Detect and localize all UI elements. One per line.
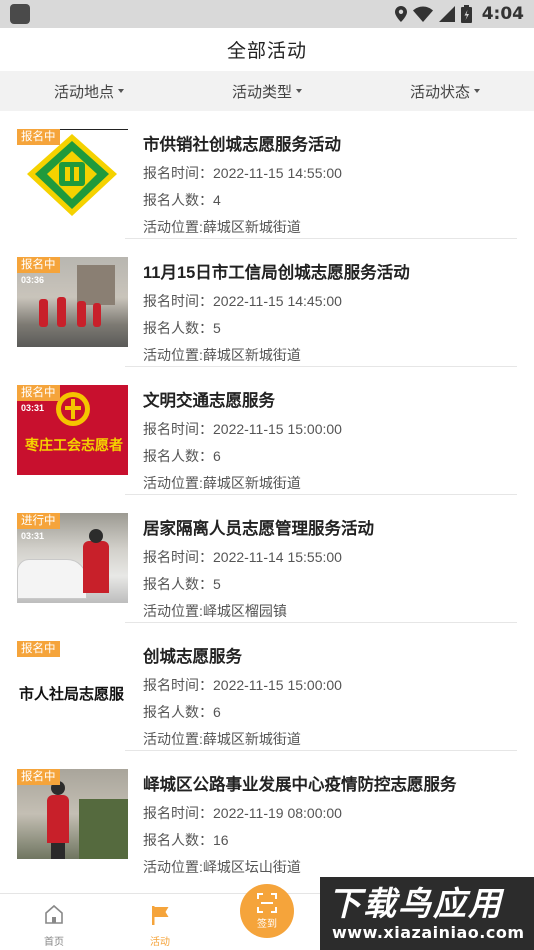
flag-icon <box>152 906 169 925</box>
wifi-icon <box>412 6 433 22</box>
activity-card[interactable]: 报名中 市人社局志愿服 创城志愿服务 报名时间：2022-11-15 15:00… <box>0 623 534 751</box>
activity-list: 报名中 市供销社创城志愿服务活动 报名时间：2022-11-15 14:55:0… <box>0 111 534 879</box>
activity-card[interactable]: 报名中 市供销社创城志愿服务活动 报名时间：2022-11-15 14:55:0… <box>0 111 534 239</box>
filter-type-label: 活动类型 <box>231 83 292 101</box>
signal-icon <box>438 6 455 22</box>
tab-activity[interactable]: 活动 <box>120 894 200 950</box>
watermark-title: 下载鸟应用 <box>328 884 503 923</box>
tab-activity-label: 活动 <box>150 937 170 948</box>
filter-location-label: 活动地点 <box>53 83 114 101</box>
activity-title: 居家隔离人员志愿管理服务活动 <box>143 520 374 538</box>
activity-signup-time: 报名时间：2022-11-14 15:55:00 <box>143 549 342 565</box>
page-title: 全部活动 <box>0 28 534 71</box>
tab-home-label: 首页 <box>44 937 64 948</box>
filter-status-dropdown[interactable]: 活动状态 <box>410 81 480 102</box>
caret-down-icon <box>474 89 480 93</box>
activity-location: 活动位置:薛城区新城街道 <box>143 219 301 235</box>
activity-title: 11月15日市工信局创城志愿服务活动 <box>143 264 410 282</box>
status-badge: 报名中 <box>17 257 60 273</box>
activity-title: 峄城区公路事业发展中心疫情防控志愿服务 <box>143 776 457 794</box>
activity-thumbnail: 报名中 市人社局志愿服 <box>17 641 128 731</box>
activity-location: 活动位置:峄城区榴园镇 <box>143 603 287 619</box>
activity-location: 活动位置:薛城区新城街道 <box>143 475 301 491</box>
thumbnail-timestamp: 03:31 <box>21 403 45 413</box>
activity-title: 创城志愿服务 <box>143 648 242 666</box>
activity-signup-count: 报名人数：5 <box>143 320 221 336</box>
activity-location: 活动位置:薛城区新城街道 <box>143 347 301 363</box>
filter-status-label: 活动状态 <box>409 83 470 101</box>
activity-thumbnail: 报名中 <box>17 769 128 859</box>
signin-button[interactable]: 签到 <box>240 884 294 938</box>
activity-signup-count: 报名人数：6 <box>143 448 221 464</box>
activity-card[interactable]: 报名中 03:31 枣庄工会志愿者 文明交通志愿服务 报名时间：2022-11-… <box>0 367 534 495</box>
watermark: 下载鸟应用 www.xiazainiao.com <box>320 877 534 950</box>
thumbnail-timestamp: 03:31 <box>21 531 45 541</box>
status-time: 4:04 <box>481 4 524 24</box>
status-badge: 进行中 <box>17 513 60 529</box>
filter-bar: 活动地点 活动类型 活动状态 <box>0 71 534 111</box>
activity-signup-time: 报名时间：2022-11-15 15:00:00 <box>143 677 342 693</box>
activity-card[interactable]: 报名中 03:36 11月15日市工信局创城志愿服务活动 报名时间：2022-1… <box>0 239 534 367</box>
activity-signup-time: 报名时间：2022-11-15 14:55:00 <box>143 165 342 181</box>
location-icon <box>394 6 407 22</box>
status-icons: 4:04 <box>394 0 524 28</box>
tab-home[interactable]: 首页 <box>14 894 94 950</box>
scan-icon <box>257 893 277 913</box>
activity-title: 文明交通志愿服务 <box>143 392 275 410</box>
activity-signup-count: 报名人数：5 <box>143 576 221 592</box>
activity-card[interactable]: 进行中 03:31 居家隔离人员志愿管理服务活动 报名时间：2022-11-14… <box>0 495 534 623</box>
home-icon <box>45 904 63 924</box>
activity-thumbnail: 进行中 03:31 <box>17 513 128 603</box>
thumbnail-timestamp: 03:36 <box>21 275 45 285</box>
activity-signup-count: 报名人数：4 <box>143 192 221 208</box>
activity-signup-time: 报名时间：2022-11-19 08:00:00 <box>143 805 342 821</box>
activity-card[interactable]: 报名中 峄城区公路事业发展中心疫情防控志愿服务 报名时间：2022-11-19 … <box>0 751 534 879</box>
activity-thumbnail: 报名中 <box>17 129 128 219</box>
activity-signup-time: 报名时间：2022-11-15 15:00:00 <box>143 421 342 437</box>
activity-title: 市供销社创城志愿服务活动 <box>143 136 341 154</box>
caret-down-icon <box>118 89 124 93</box>
activity-location: 活动位置:峄城区坛山街道 <box>143 859 301 875</box>
battery-icon <box>460 5 472 23</box>
app-notification-icon <box>10 4 30 24</box>
status-badge: 报名中 <box>17 129 60 145</box>
activity-location: 活动位置:薛城区新城街道 <box>143 731 301 747</box>
watermark-url: www.xiazainiao.com <box>332 923 525 942</box>
thumbnail-banner-text: 枣庄工会志愿者 <box>25 437 123 453</box>
status-bar: 4:04 <box>0 0 534 28</box>
filter-type-dropdown[interactable]: 活动类型 <box>232 81 302 102</box>
activity-signup-count: 报名人数：6 <box>143 704 221 720</box>
activity-signup-count: 报名人数：16 <box>143 832 229 848</box>
activity-signup-time: 报名时间：2022-11-15 14:45:00 <box>143 293 342 309</box>
filter-location-dropdown[interactable]: 活动地点 <box>54 81 124 102</box>
activity-thumbnail: 报名中 03:31 枣庄工会志愿者 <box>17 385 128 475</box>
status-badge: 报名中 <box>17 641 60 657</box>
activity-thumbnail: 报名中 03:36 <box>17 257 128 347</box>
thumbnail-text: 市人社局志愿服 <box>19 685 125 703</box>
caret-down-icon <box>296 89 302 93</box>
signin-label: 签到 <box>257 919 277 930</box>
status-badge: 报名中 <box>17 769 60 785</box>
status-badge: 报名中 <box>17 385 60 401</box>
